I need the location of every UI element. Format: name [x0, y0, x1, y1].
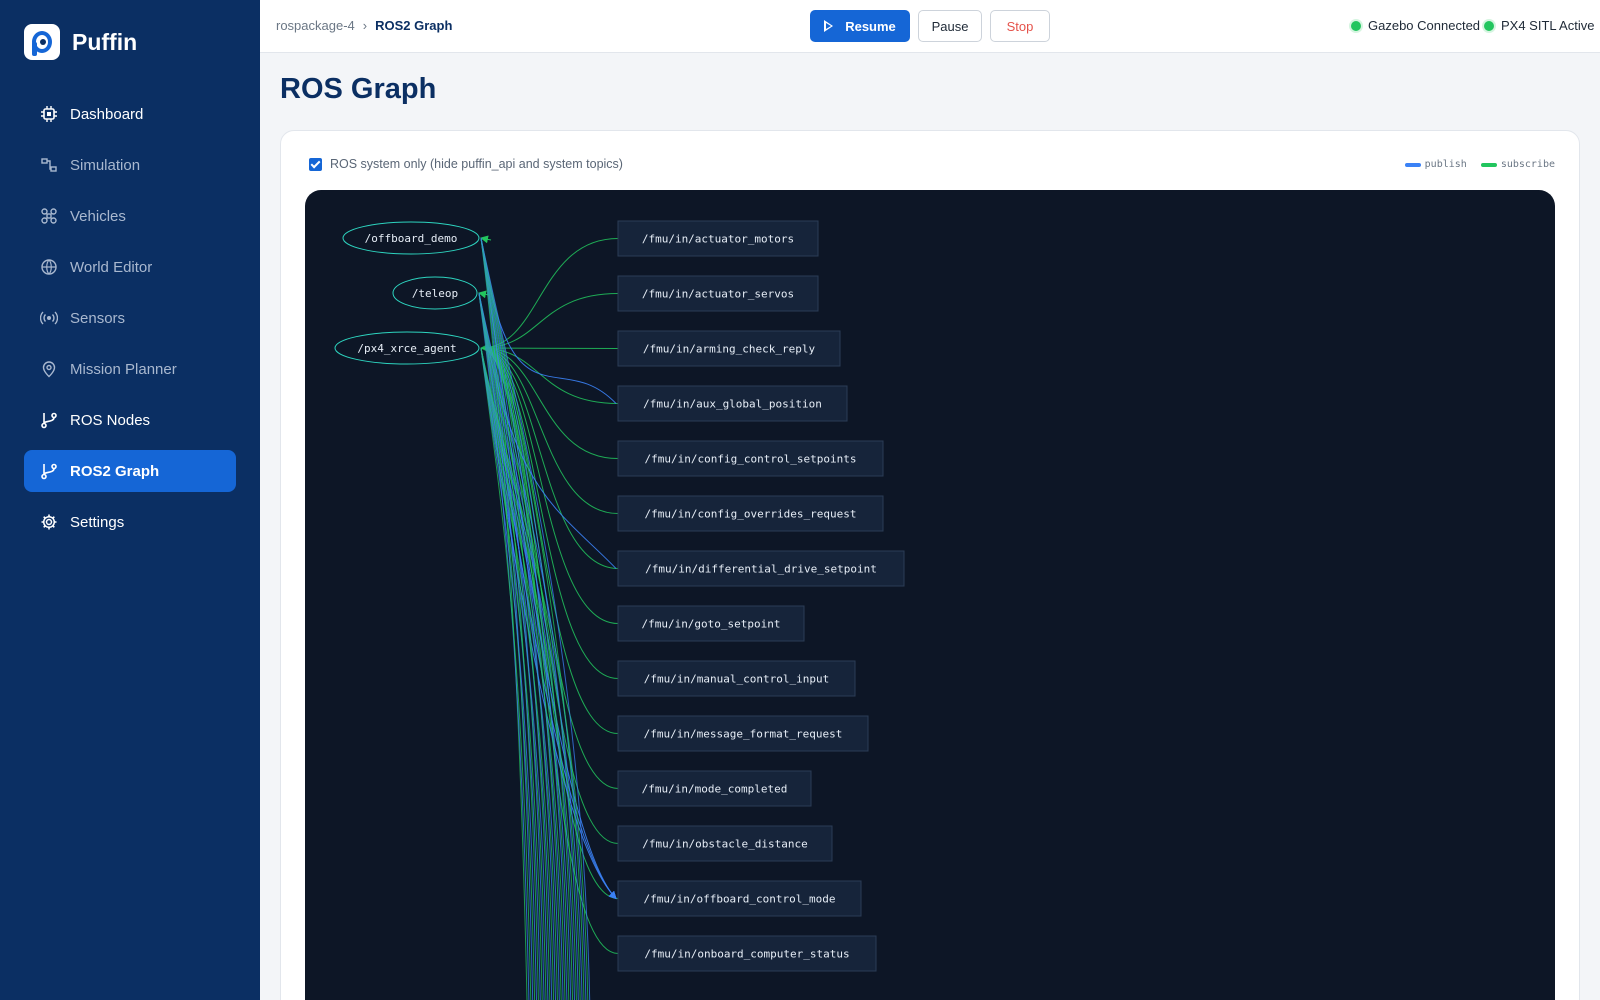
ros-topic[interactable]: /fmu/in/manual_control_input — [617, 660, 856, 697]
sidebar-item-sensors[interactable]: Sensors — [24, 297, 236, 339]
sidebar-item-label: ROS Nodes — [70, 411, 151, 429]
sidebar-item-ros2-graph[interactable]: ROS2 Graph — [24, 450, 236, 492]
filter-label: ROS system only (hide puffin_api and sys… — [330, 157, 623, 171]
puffin-logo-icon — [24, 24, 60, 60]
ros-topic[interactable]: /fmu/in/message_format_request — [617, 715, 869, 752]
sidebar-item-label: Dashboard — [70, 105, 144, 123]
ros-topic[interactable]: /fmu/in/offboard_control_mode — [617, 880, 862, 917]
status-gazebo: Gazebo Connected — [1351, 18, 1480, 33]
ros-topic-label: /fmu/in/goto_setpoint — [641, 618, 780, 631]
page-title: ROS Graph — [280, 73, 437, 105]
drone-icon — [40, 207, 58, 225]
ros-system-filter[interactable]: ROS system only (hide puffin_api and sys… — [309, 157, 623, 171]
globe-icon — [40, 258, 58, 276]
sidebar-item-label: Mission Planner — [70, 360, 177, 378]
legend-publish: publish — [1404, 159, 1467, 170]
breadcrumb-parent[interactable]: rospackage-4 — [276, 18, 355, 33]
ros-topic[interactable]: /fmu/in/arming_check_reply — [617, 330, 841, 367]
sidebar-item-label: Vehicles — [70, 207, 126, 225]
status-gazebo-label: Gazebo Connected — [1368, 18, 1481, 33]
sidebar-item-label: Simulation — [70, 156, 141, 174]
ros-topic[interactable]: /fmu/in/goto_setpoint — [617, 605, 805, 642]
sidebar-item-label: Sensors — [70, 309, 126, 327]
status-px4-label: PX4 SITL Active — [1501, 18, 1595, 33]
sidebar-item-settings[interactable]: Settings — [24, 501, 236, 543]
ros-topic-label: /fmu/in/mode_completed — [642, 783, 788, 796]
ros-topic[interactable]: /fmu/in/config_overrides_request — [617, 495, 884, 532]
cpu-icon — [40, 105, 58, 123]
ros-node[interactable]: /offboard_demo — [342, 221, 480, 255]
sidebar-item-mission-planner[interactable]: Mission Planner — [24, 348, 236, 390]
ros-topic[interactable]: /fmu/in/config_control_setpoints — [617, 440, 884, 477]
ros-topic-label: /fmu/in/onboard_computer_status — [644, 948, 849, 961]
ros-node[interactable]: /px4_xrce_agent — [334, 331, 480, 365]
simulation-icon — [40, 156, 58, 174]
ros-node-label: /px4_xrce_agent — [357, 342, 456, 355]
legend-publish-swatch — [1404, 162, 1421, 167]
ros-topic[interactable]: /fmu/in/actuator_motors — [617, 220, 819, 257]
play-icon — [824, 20, 834, 32]
ros-topic-label: /fmu/in/differential_drive_setpoint — [645, 563, 877, 576]
legend-publish-label: publish — [1424, 159, 1467, 170]
breadcrumb-current: ROS2 Graph — [375, 18, 453, 33]
sidebar-item-simulation[interactable]: Simulation — [24, 144, 236, 186]
brand[interactable]: Puffin — [24, 24, 137, 60]
edge-bundle — [478, 237, 591, 1000]
ros-topic-label: /fmu/in/config_overrides_request — [645, 508, 857, 521]
ros-topic-label: /fmu/in/message_format_request — [644, 728, 843, 741]
sidebar: Puffin Dashboard Simulation Vehicles World … — [0, 0, 260, 1000]
ros-topic-label: /fmu/in/manual_control_input — [644, 673, 829, 686]
radio-icon — [40, 309, 58, 327]
sidebar-item-vehicles[interactable]: Vehicles — [24, 195, 236, 237]
status-dot-icon — [1351, 20, 1361, 31]
ros-graph-canvas[interactable]: /offboard_demo/teleop/px4_xrce_agent/fmu… — [305, 190, 1555, 1000]
ros-node[interactable]: /teleop — [392, 276, 478, 310]
sidebar-item-dashboard[interactable]: Dashboard — [24, 93, 236, 135]
sidebar-item-label: World Editor — [70, 258, 153, 276]
breadcrumb-separator: › — [362, 18, 368, 33]
breadcrumb: rospackage-4 › ROS2 Graph — [276, 18, 452, 33]
pause-button[interactable]: Pause — [918, 10, 982, 42]
filter-checkbox[interactable] — [309, 157, 322, 171]
resume-button[interactable]: Resume — [810, 10, 910, 42]
simulation-controls: Resume Pause Stop — [810, 10, 1058, 42]
git-branch-icon — [40, 462, 58, 480]
legend-subscribe-label: subscribe — [1500, 159, 1555, 170]
sidebar-nav: Dashboard Simulation Vehicles World Editor S… — [24, 93, 236, 552]
ros-topic-label: /fmu/in/actuator_motors — [642, 233, 794, 246]
stop-button[interactable]: Stop — [990, 10, 1050, 42]
ros-topic-label: /fmu/in/actuator_servos — [642, 288, 794, 301]
ros-topic[interactable]: /fmu/in/actuator_servos — [617, 275, 819, 312]
ros-topic[interactable]: /fmu/in/mode_completed — [617, 770, 812, 807]
graph-legend: publish subscribe — [1391, 159, 1555, 170]
ros-topic-label: /fmu/in/obstacle_distance — [642, 838, 808, 851]
app-name: Puffin — [72, 28, 138, 55]
ros-topic[interactable]: /fmu/in/aux_global_position — [617, 385, 848, 422]
map-pin-icon — [40, 360, 58, 378]
ros-node-label: /teleop — [412, 287, 458, 300]
legend-subscribe-swatch — [1480, 162, 1497, 167]
sidebar-item-world-editor[interactable]: World Editor — [24, 246, 236, 288]
ros-topic-label: /fmu/in/arming_check_reply — [643, 343, 816, 356]
ros-topic-label: /fmu/in/aux_global_position — [643, 398, 822, 411]
ros-node-label: /offboard_demo — [365, 232, 458, 245]
ros-topic[interactable]: /fmu/in/differential_drive_setpoint — [617, 550, 905, 587]
ros-graph-svg[interactable]: /offboard_demo/teleop/px4_xrce_agent/fmu… — [305, 190, 1555, 1000]
status-px4: PX4 SITL Active — [1484, 18, 1594, 33]
git-branch-icon — [40, 411, 58, 429]
ros-topic[interactable]: /fmu/in/obstacle_distance — [617, 825, 833, 862]
legend-subscribe: subscribe — [1480, 159, 1555, 170]
subscribe-edge — [480, 235, 492, 244]
ros-topic-label: /fmu/in/config_control_setpoints — [645, 453, 857, 466]
ros-topic[interactable]: /fmu/in/onboard_computer_status — [617, 935, 877, 972]
gear-icon — [40, 513, 58, 531]
sidebar-item-label: Settings — [70, 513, 125, 531]
resume-label: Resume — [845, 18, 896, 34]
sidebar-item-label: ROS2 Graph — [70, 462, 160, 480]
top-bar: rospackage-4 › ROS2 Graph Resume Pause S… — [260, 0, 1600, 53]
status-dot-icon — [1484, 20, 1494, 31]
ros-topic-label: /fmu/in/offboard_control_mode — [643, 893, 835, 906]
sidebar-item-ros-nodes[interactable]: ROS Nodes — [24, 399, 236, 441]
